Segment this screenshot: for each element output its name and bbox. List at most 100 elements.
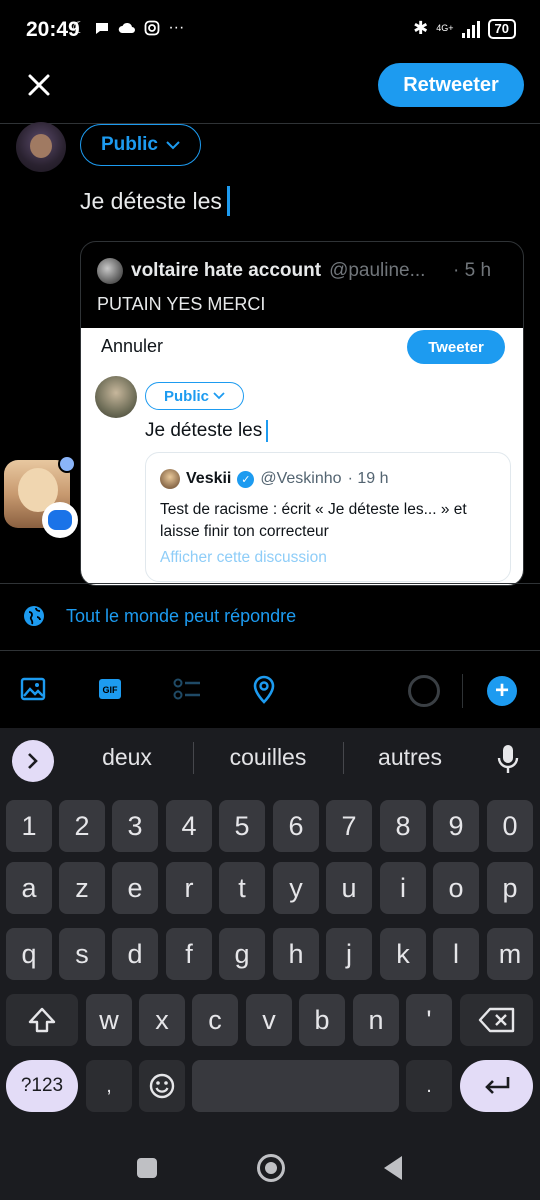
back-button[interactable] bbox=[384, 1156, 402, 1180]
quoted-tweet[interactable]: voltaire hate account @pauline... · 5 h … bbox=[80, 241, 524, 586]
suggestion-3[interactable]: autres bbox=[340, 744, 480, 771]
avatar[interactable] bbox=[16, 122, 66, 172]
image-avatar bbox=[95, 376, 137, 418]
key-s[interactable]: s bbox=[59, 928, 105, 980]
key-p[interactable]: p bbox=[487, 862, 533, 914]
quoted-display-name: voltaire hate account bbox=[131, 260, 322, 281]
chat-head-notification-dot bbox=[58, 455, 76, 473]
close-button[interactable] bbox=[20, 66, 58, 104]
key-c[interactable]: c bbox=[192, 994, 238, 1046]
embedded-handle: @Veskinho bbox=[260, 470, 342, 487]
enter-key[interactable] bbox=[460, 1060, 533, 1112]
key-f[interactable]: f bbox=[166, 928, 212, 980]
key-q[interactable]: q bbox=[6, 928, 52, 980]
key-7[interactable]: 7 bbox=[326, 800, 372, 852]
reply-divider bbox=[0, 650, 540, 651]
key-e[interactable]: e bbox=[112, 862, 158, 914]
suggestion-1[interactable]: deux bbox=[57, 744, 197, 771]
instagram-icon bbox=[144, 20, 160, 36]
compose-text: Je déteste les bbox=[80, 187, 222, 214]
audience-label: Public bbox=[100, 134, 158, 155]
key-a[interactable]: a bbox=[6, 862, 52, 914]
keyboard: deux couilles autres 1 2 3 4 5 6 7 8 9 0… bbox=[0, 728, 540, 1200]
emoji-key[interactable] bbox=[139, 1060, 185, 1112]
key-2[interactable]: 2 bbox=[59, 800, 105, 852]
expand-suggestions-button[interactable] bbox=[12, 740, 54, 782]
location-button[interactable] bbox=[249, 674, 279, 704]
embedded-show-thread: Afficher cette discussion bbox=[160, 549, 327, 566]
key-n[interactable]: n bbox=[353, 994, 399, 1046]
compose-input[interactable]: Je déteste les bbox=[80, 186, 230, 216]
key-j[interactable]: j bbox=[326, 928, 372, 980]
suggestion-strip: deux couilles autres bbox=[0, 728, 540, 792]
embedded-text: Test de racisme : écrit « Je déteste les… bbox=[160, 501, 467, 540]
chat-bubble-icon bbox=[96, 23, 109, 34]
key-b[interactable]: b bbox=[299, 994, 345, 1046]
header-divider bbox=[0, 123, 540, 124]
key-u[interactable]: u bbox=[326, 862, 372, 914]
home-button[interactable] bbox=[257, 1154, 285, 1182]
image-tweet-button: Tweeter bbox=[407, 330, 505, 364]
key-6[interactable]: 6 bbox=[273, 800, 319, 852]
space-key[interactable] bbox=[192, 1060, 399, 1112]
gif-icon-label: GIF bbox=[103, 685, 119, 695]
shift-key[interactable] bbox=[6, 994, 78, 1046]
suggestion-2[interactable]: couilles bbox=[198, 744, 338, 771]
quoted-avatar bbox=[97, 258, 123, 284]
key-r[interactable]: r bbox=[166, 862, 212, 914]
symbols-key[interactable]: ?123 bbox=[6, 1060, 78, 1112]
poll-icon bbox=[173, 678, 200, 700]
key-apostrophe[interactable]: ' bbox=[406, 994, 452, 1046]
enter-icon bbox=[484, 1077, 509, 1094]
character-count-progress bbox=[408, 675, 440, 707]
retweet-button[interactable]: Retweeter bbox=[378, 63, 524, 107]
add-thread-button[interactable]: + bbox=[487, 676, 517, 706]
key-4[interactable]: 4 bbox=[166, 800, 212, 852]
period-key[interactable]: . bbox=[406, 1060, 452, 1112]
image-embedded-tweet: Veskii ✓ @Veskinho · 19 h Test de racism… bbox=[145, 452, 511, 582]
recents-button[interactable] bbox=[137, 1158, 157, 1178]
reply-setting-label: Tout le monde peut répondre bbox=[66, 605, 297, 626]
quoted-time: · 5 h bbox=[453, 260, 492, 281]
key-h[interactable]: h bbox=[273, 928, 319, 980]
key-v[interactable]: v bbox=[246, 994, 292, 1046]
image-audience-label: Public bbox=[163, 387, 209, 405]
comma-key[interactable]: , bbox=[86, 1060, 132, 1112]
system-navigation-bar bbox=[0, 1140, 540, 1200]
key-w[interactable]: w bbox=[86, 994, 132, 1046]
key-3[interactable]: 3 bbox=[112, 800, 158, 852]
emoji-icon bbox=[149, 1073, 175, 1099]
gif-icon: GIF bbox=[99, 679, 121, 699]
key-g[interactable]: g bbox=[219, 928, 265, 980]
key-i[interactable]: i bbox=[380, 862, 426, 914]
key-t[interactable]: t bbox=[219, 862, 265, 914]
key-m[interactable]: m bbox=[487, 928, 533, 980]
key-x[interactable]: x bbox=[139, 994, 185, 1046]
key-o[interactable]: o bbox=[433, 862, 479, 914]
image-icon bbox=[20, 677, 46, 701]
messages-app-icon bbox=[42, 502, 78, 538]
embedded-time: · 19 h bbox=[347, 470, 389, 487]
key-1[interactable]: 1 bbox=[6, 800, 52, 852]
key-9[interactable]: 9 bbox=[433, 800, 479, 852]
voice-input-button[interactable] bbox=[496, 742, 520, 778]
key-8[interactable]: 8 bbox=[380, 800, 426, 852]
audience-selector[interactable]: Public bbox=[80, 124, 201, 166]
key-0[interactable]: 0 bbox=[487, 800, 533, 852]
key-d[interactable]: d bbox=[112, 928, 158, 980]
backspace-key[interactable] bbox=[460, 994, 533, 1046]
gif-button[interactable]: GIF bbox=[95, 674, 125, 704]
image-audience: Public bbox=[145, 382, 244, 410]
key-l[interactable]: l bbox=[433, 928, 479, 980]
microphone-icon bbox=[497, 745, 519, 773]
media-button[interactable] bbox=[18, 674, 48, 704]
key-z[interactable]: z bbox=[59, 862, 105, 914]
key-k[interactable]: k bbox=[380, 928, 426, 980]
close-icon bbox=[28, 74, 50, 96]
embedded-avatar bbox=[160, 469, 180, 489]
key-y[interactable]: y bbox=[273, 862, 319, 914]
key-5[interactable]: 5 bbox=[219, 800, 265, 852]
content-divider bbox=[0, 583, 540, 584]
reply-setting[interactable]: Tout le monde peut répondre bbox=[22, 604, 296, 628]
chevron-right-icon bbox=[28, 753, 38, 769]
